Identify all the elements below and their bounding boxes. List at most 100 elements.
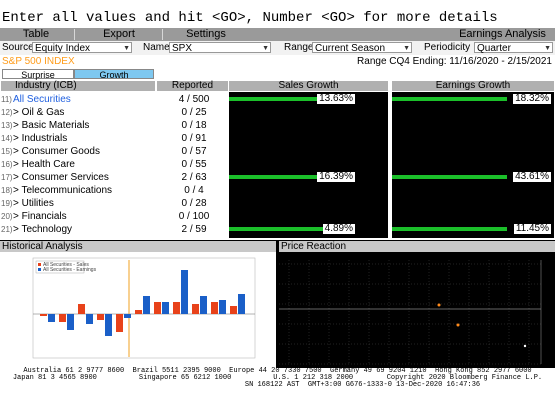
- earnings-growth-chart: [392, 92, 554, 238]
- industry-name[interactable]: > Industrials: [13, 132, 67, 145]
- sales-bar: [116, 314, 123, 332]
- table-row[interactable]: 15) > Consumer Goods 0 / 57: [0, 145, 228, 158]
- row-number: 11): [1, 95, 12, 104]
- price-point: [437, 303, 441, 307]
- price-point: [456, 323, 460, 327]
- earnings-bar: [124, 314, 131, 318]
- command-line-text: Enter all values and hit <GO>, Number <G…: [2, 10, 498, 26]
- industry-name[interactable]: > Utilities: [13, 197, 54, 210]
- periodicity-value: Quarter: [477, 43, 511, 54]
- row-number: 21): [1, 225, 13, 234]
- chevron-down-icon: ▼: [403, 45, 410, 52]
- sales-growth-value: 4.89%: [322, 223, 355, 234]
- table-row[interactable]: 11) All Securities 4 / 500: [0, 93, 228, 106]
- tab-settings[interactable]: Settings: [166, 28, 246, 41]
- reported-count: 0 / 91: [181, 133, 207, 144]
- table-row[interactable]: 16) > Health Care 0 / 55: [0, 158, 228, 171]
- footer: Australia 61 2 9777 8600 Brazil 5511 239…: [0, 368, 555, 400]
- historical-analysis-header: Historical Analysis: [0, 241, 276, 252]
- chevron-down-icon: ▼: [262, 45, 269, 52]
- reported-count: 0 / 57: [181, 146, 207, 157]
- header-reported[interactable]: Reported: [157, 81, 228, 91]
- name-input[interactable]: SPX ▼: [169, 42, 271, 54]
- row-number: 16): [1, 160, 13, 169]
- legend-earnings-label: All Securities - Earnings: [43, 267, 97, 273]
- info-bar: S&P 500 INDEX Range CQ4 Ending: 11/16/20…: [0, 55, 555, 68]
- price-reaction-chart: [279, 252, 555, 372]
- table-row[interactable]: 13) > Basic Materials 0 / 18: [0, 119, 228, 132]
- reported-count: 0 / 4: [184, 185, 204, 196]
- industry-name[interactable]: > Oil & Gas: [13, 106, 64, 119]
- header-industry[interactable]: Industry (ICB): [1, 81, 155, 91]
- reported-count: 0 / 100: [178, 211, 210, 222]
- sales-bar: [59, 314, 66, 322]
- industry-name[interactable]: > Financials: [13, 210, 67, 223]
- reported-count: 0 / 25: [181, 107, 207, 118]
- tab-growth[interactable]: Growth: [74, 69, 154, 80]
- price-reaction-svg: [279, 260, 542, 365]
- row-number: 12): [1, 108, 13, 117]
- row-number: 18): [1, 186, 13, 195]
- earnings-bar: [219, 300, 226, 314]
- tab-table[interactable]: Table: [0, 28, 72, 41]
- command-bar[interactable]: Enter all values and hit <GO>, Number <G…: [0, 0, 555, 28]
- sales-bar: [40, 314, 47, 316]
- historical-analysis-title: Historical Analysis: [2, 241, 83, 252]
- view-tabs: Surprise Growth: [0, 68, 555, 80]
- table-row[interactable]: 19) > Utilities 0 / 28: [0, 197, 228, 210]
- reported-count: 0 / 28: [181, 198, 207, 209]
- sales-bar: [211, 302, 218, 314]
- range-dropdown[interactable]: Current Season ▼: [312, 42, 412, 54]
- price-reaction-title: Price Reaction: [281, 241, 347, 252]
- sales-growth-value: 16.39%: [317, 171, 355, 182]
- range-text: Range CQ4 Ending: 11/16/2020 - 2/15/2021: [357, 56, 552, 67]
- sales-growth-chart: [229, 92, 388, 238]
- row-number: 17): [1, 173, 13, 182]
- chevron-down-icon: ▼: [544, 45, 551, 52]
- row-number: 14): [1, 134, 13, 143]
- table-row[interactable]: 18) > Telecommunications 0 / 4: [0, 184, 228, 197]
- sales-bar: [135, 310, 142, 314]
- industry-name[interactable]: All Securities: [13, 93, 71, 106]
- table-row[interactable]: 14) > Industrials 0 / 91: [0, 132, 228, 145]
- tab-export[interactable]: Export: [78, 28, 160, 41]
- row-number: 20): [1, 212, 13, 221]
- industry-name[interactable]: > Telecommunications: [13, 184, 112, 197]
- legend-earnings-swatch: [38, 268, 41, 271]
- earnings-growth-bar: [392, 97, 507, 101]
- index-name: S&P 500 INDEX: [2, 56, 75, 67]
- earnings-growth-value: 18.32%: [513, 93, 551, 104]
- toolbar: Table Export Settings Earnings Analysis: [0, 28, 555, 41]
- row-number: 15): [1, 147, 13, 156]
- reported-count: 0 / 55: [181, 159, 207, 170]
- industry-name[interactable]: > Health Care: [13, 158, 75, 171]
- earnings-bar: [48, 314, 55, 322]
- table-row[interactable]: 20) > Financials 0 / 100: [0, 210, 228, 223]
- historical-chart-svg: All Securities - Sales All Securities - …: [32, 257, 256, 359]
- earnings-growth-value: 11.45%: [513, 223, 551, 234]
- table-row[interactable]: 17) > Consumer Services 2 / 63: [0, 171, 228, 184]
- source-label: Source: [2, 42, 34, 53]
- table-row[interactable]: 12) > Oil & Gas 0 / 25: [0, 106, 228, 119]
- earnings-bar: [67, 314, 74, 330]
- parameter-bar: Source Equity Index ▼ Name SPX ▼ Range Cur…: [0, 41, 555, 55]
- table-row[interactable]: 21) > Technology 2 / 59: [0, 223, 228, 236]
- header-sales-growth[interactable]: Sales Growth: [229, 81, 388, 91]
- tab-surprise[interactable]: Surprise: [2, 69, 74, 80]
- industry-name[interactable]: > Consumer Services: [13, 171, 109, 184]
- industry-name[interactable]: > Basic Materials: [13, 119, 89, 132]
- legend-sales-swatch: [38, 263, 41, 266]
- industry-name[interactable]: > Consumer Goods: [13, 145, 100, 158]
- historical-chart: All Securities - Sales All Securities - …: [0, 252, 276, 372]
- sales-bar: [97, 314, 104, 320]
- periodicity-dropdown[interactable]: Quarter ▼: [474, 42, 553, 54]
- industry-name[interactable]: > Technology: [13, 223, 72, 236]
- earnings-bar: [162, 302, 169, 314]
- sales-bar: [173, 302, 180, 314]
- earnings-bar: [200, 296, 207, 314]
- earnings-growth-bar: [392, 227, 507, 231]
- header-earnings-growth[interactable]: Earnings Growth: [392, 81, 554, 91]
- earnings-bar: [105, 314, 112, 336]
- footer-line-3: SN 168122 AST GMT+3:00 G676-1333-0 13-De…: [244, 381, 481, 389]
- source-dropdown[interactable]: Equity Index ▼: [32, 42, 132, 54]
